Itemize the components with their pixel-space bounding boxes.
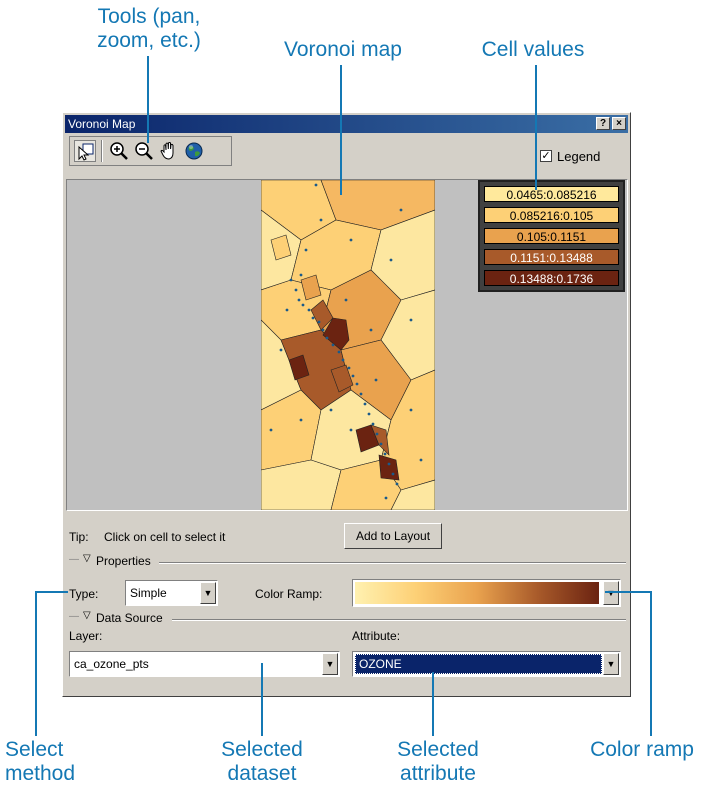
layer-dropdown[interactable]: ca_ozone_pts ▼	[69, 651, 340, 677]
pan-hand-icon[interactable]	[158, 140, 180, 162]
callout-cell-values: Cell values	[481, 38, 585, 61]
properties-collapse-arrow-icon[interactable]: ▽	[83, 553, 91, 564]
legend-entry: 0.085216:0.105	[484, 207, 619, 223]
cell-values-legend: 0.0465:0.085216 0.085216:0.105 0.105:0.1…	[478, 180, 625, 292]
type-label: Type:	[69, 587, 99, 601]
data-source-header: Data Source	[96, 611, 163, 625]
tip-label: Tip:	[69, 530, 89, 544]
map-view[interactable]: 0.0465:0.085216 0.085216:0.105 0.105:0.1…	[66, 179, 628, 511]
attribute-dropdown-value: OZONE	[359, 657, 402, 671]
window-title: Voronoi Map	[68, 117, 136, 131]
callout-line-voronoi-map	[340, 65, 342, 195]
data-source-collapse-arrow-icon[interactable]: ▽	[83, 610, 91, 621]
callout-selected-dataset: Selected dataset	[221, 738, 303, 785]
title-bar: Voronoi Map ? ×	[65, 115, 628, 133]
legend-entry-label: 0.085216:0.105	[509, 209, 594, 223]
map-toolbar	[69, 136, 232, 166]
add-to-layout-button[interactable]: Add to Layout	[344, 523, 442, 549]
color-ramp-dropdown[interactable]: ▼	[352, 579, 621, 607]
legend-entry: 0.0465:0.085216	[484, 186, 619, 202]
callout-line-cell-values	[535, 65, 537, 190]
callout-line-color-ramp-v	[650, 591, 652, 736]
legend-entry-label: 0.1151:0.13488	[510, 251, 593, 265]
callout-line-color-ramp-h	[605, 591, 652, 593]
close-button[interactable]: ×	[612, 117, 626, 130]
color-ramp-dropdown-arrow-icon[interactable]: ▼	[603, 581, 619, 605]
legend-checkbox-label[interactable]: Legend	[557, 149, 600, 164]
legend-entry: 0.105:0.1151	[484, 228, 619, 244]
properties-header: Properties	[96, 554, 151, 568]
type-dropdown-value: Simple	[130, 586, 167, 600]
callout-voronoi-map: Voronoi map	[284, 38, 402, 61]
zoom-out-icon[interactable]	[133, 140, 155, 162]
color-ramp-label: Color Ramp:	[255, 587, 323, 601]
legend-entry-label: 0.0465:0.085216	[506, 188, 597, 202]
callout-line-tools	[147, 56, 149, 143]
attribute-dropdown[interactable]: OZONE ▼	[352, 651, 621, 677]
callout-tools: Tools (pan, zoom, etc.)	[97, 5, 201, 52]
type-dropdown-arrow-icon[interactable]: ▼	[200, 582, 216, 604]
callout-line-select-method-h	[35, 591, 68, 593]
type-dropdown[interactable]: Simple ▼	[125, 580, 218, 606]
callout-line-selected-dataset	[261, 663, 263, 736]
select-tool-icon[interactable]	[74, 140, 96, 162]
tip-text: Click on cell to select it	[104, 530, 226, 544]
legend-checkbox[interactable]: ✓	[540, 150, 552, 162]
layer-label: Layer:	[69, 629, 103, 643]
callout-color-ramp: Color ramp	[590, 738, 694, 761]
legend-entry: 0.13488:0.1736	[484, 270, 619, 286]
layer-dropdown-arrow-icon[interactable]: ▼	[322, 653, 338, 675]
callout-line-selected-attribute	[432, 672, 434, 736]
full-extent-globe-icon[interactable]	[183, 140, 205, 162]
help-button[interactable]: ?	[596, 117, 610, 130]
callout-line-select-method-v	[35, 591, 37, 736]
voronoi-map[interactable]	[261, 180, 435, 510]
layer-dropdown-value: ca_ozone_pts	[74, 657, 149, 671]
voronoi-map-window: Voronoi Map ? × ✓ Legend 0.0465:0.085216…	[62, 112, 631, 697]
voronoi-cells	[261, 180, 435, 510]
attribute-label: Attribute:	[352, 629, 401, 643]
callout-selected-attribute: Selected attribute	[397, 738, 479, 785]
legend-entry: 0.1151:0.13488	[484, 249, 619, 265]
legend-entry-label: 0.105:0.1151	[516, 230, 587, 244]
zoom-in-icon[interactable]	[108, 140, 130, 162]
legend-entry-label: 0.13488:0.1736	[509, 272, 594, 286]
attribute-dropdown-arrow-icon[interactable]: ▼	[603, 653, 619, 675]
color-ramp-swatch	[355, 582, 599, 604]
callout-select-method: Select method	[5, 738, 76, 785]
